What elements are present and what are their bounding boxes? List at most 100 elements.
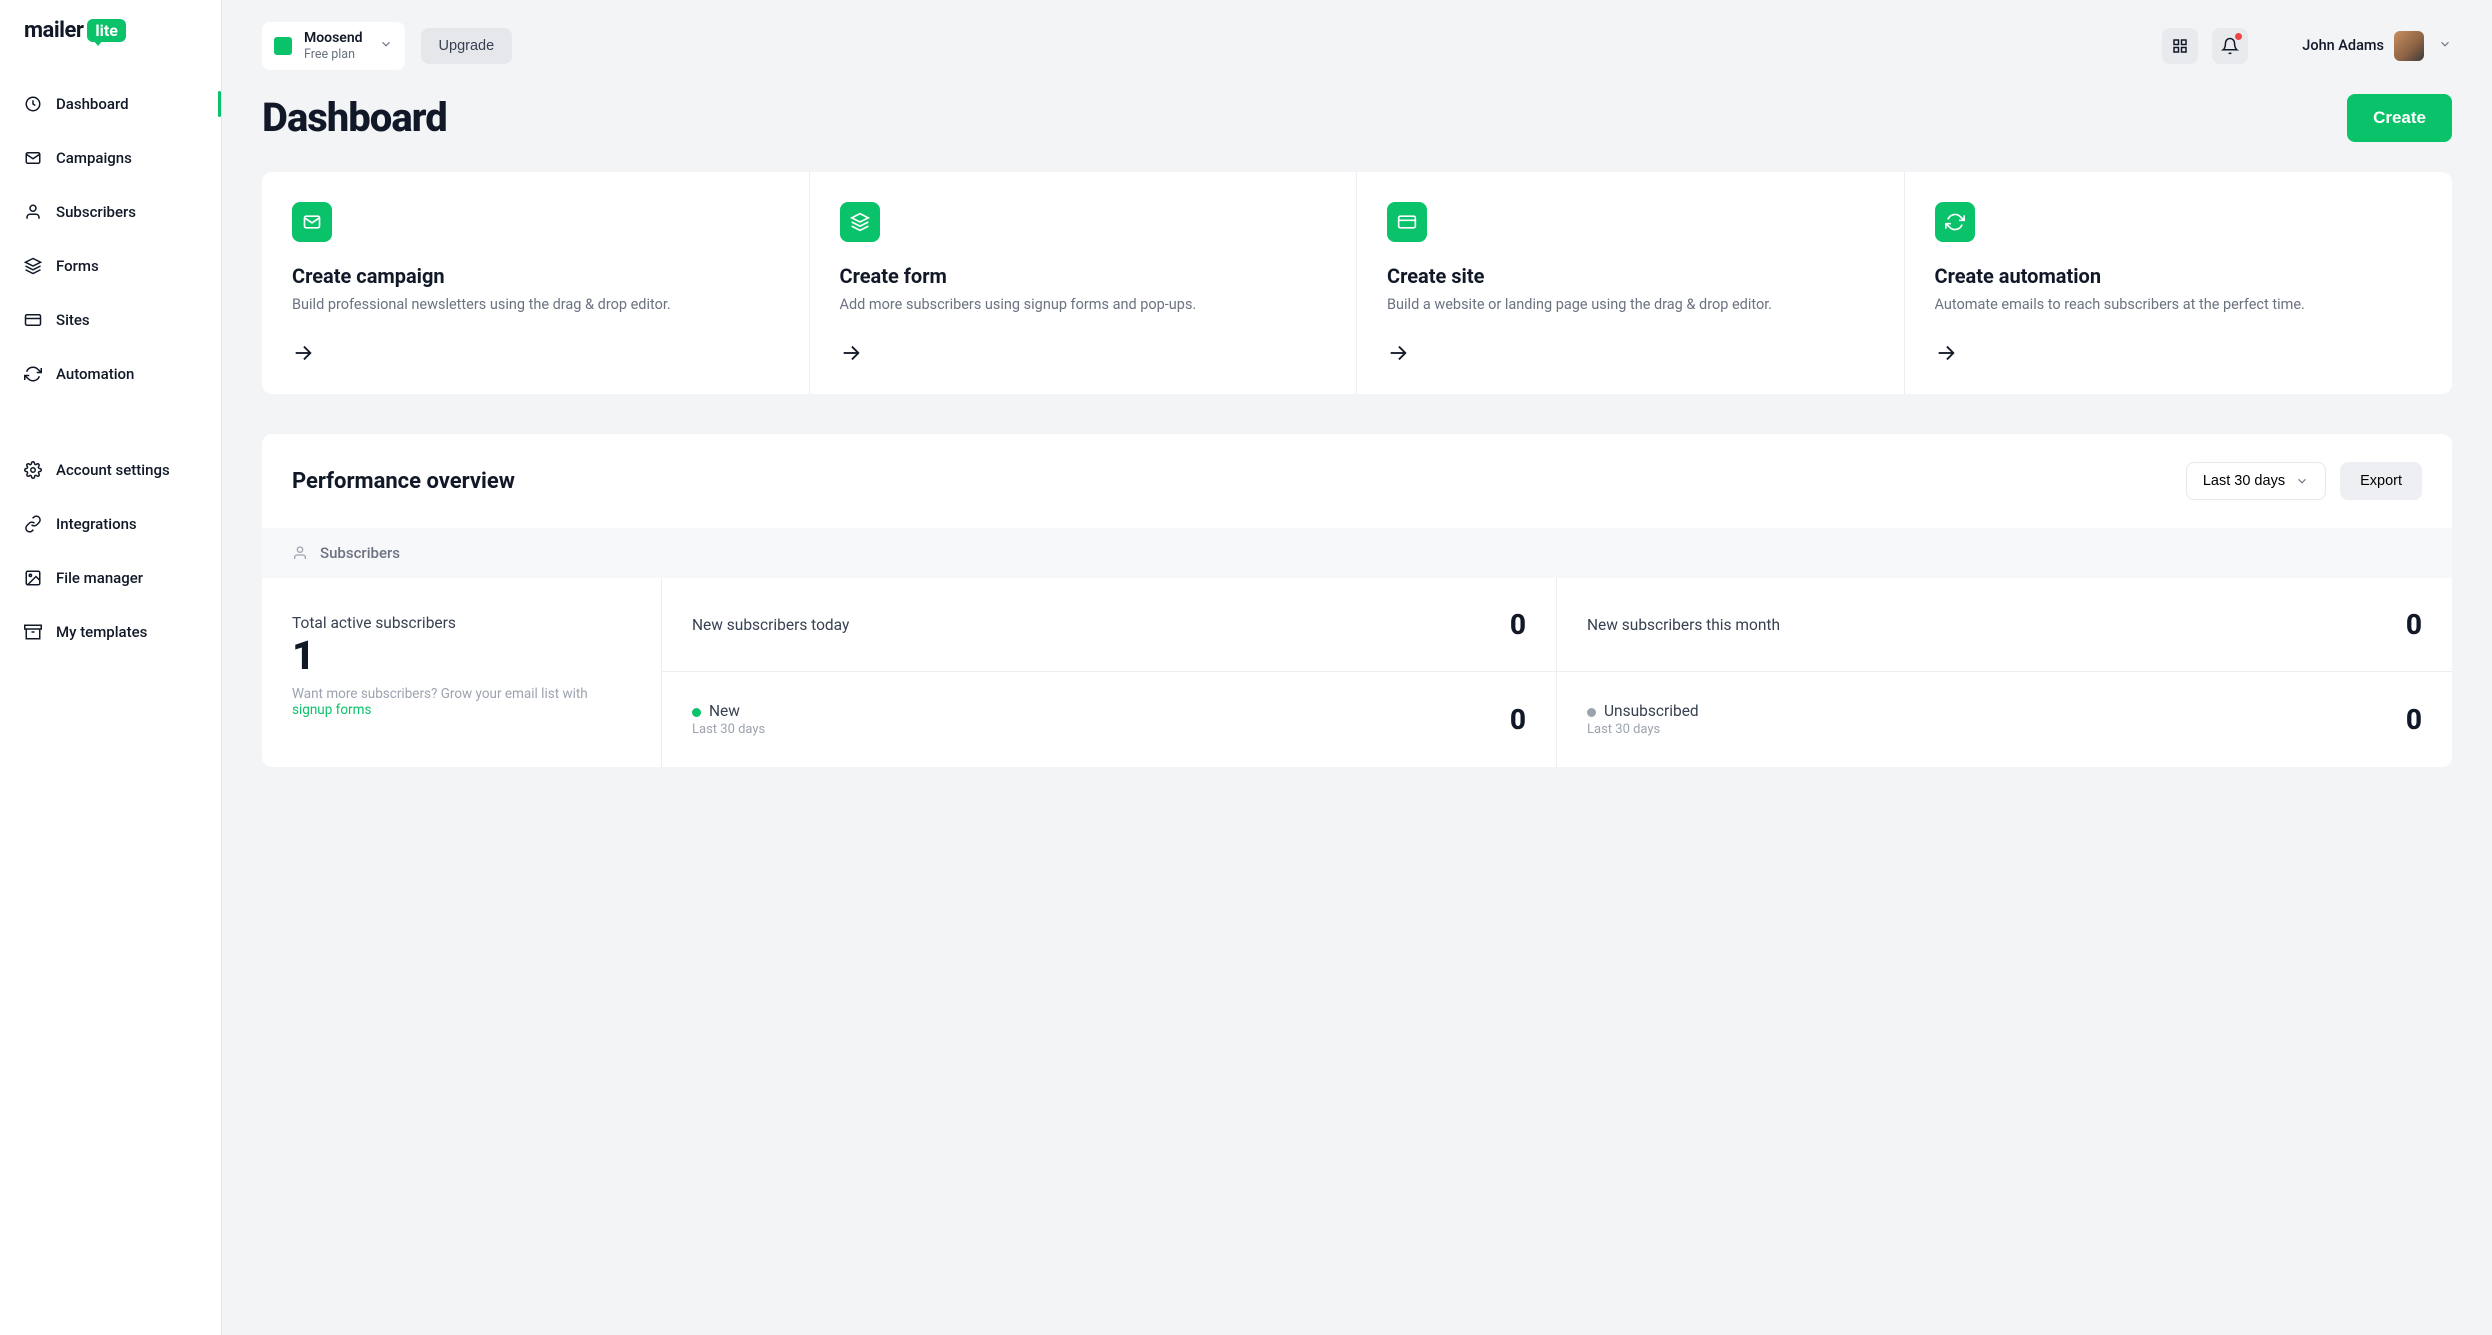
sidebar-item-file-manager[interactable]: File manager: [0, 551, 221, 605]
stat-cell: Unsubscribed Last 30 days 0: [1557, 672, 2452, 767]
stat-cell: New subscribers this month 0: [1557, 578, 2452, 672]
user-name: John Adams: [2302, 37, 2384, 54]
link-icon: [24, 515, 42, 533]
layers-icon: [840, 202, 880, 242]
date-range-label: Last 30 days: [2203, 473, 2285, 489]
brand-badge: lite: [87, 19, 126, 42]
stat-cell: New subscribers today 0: [662, 578, 1557, 672]
sidebar-item-campaigns[interactable]: Campaigns: [0, 131, 221, 185]
status-dot: [692, 708, 701, 717]
avatar: [2394, 31, 2424, 61]
sidebar-item-label: Dashboard: [56, 95, 129, 113]
image-icon: [24, 569, 42, 587]
refresh-icon: [1935, 202, 1975, 242]
card-description: Automate emails to reach subscribers at …: [1935, 294, 2423, 316]
mail-icon: [24, 149, 42, 167]
stats-grid: Total active subscribers 1 Want more sub…: [262, 578, 2452, 767]
brand-logo[interactable]: mailer lite: [0, 18, 221, 71]
page-title: Dashboard: [262, 94, 447, 141]
account-name: Moosend: [304, 30, 363, 47]
main: Moosend Free plan Upgrade John Adams: [222, 0, 2492, 1335]
page-header: Dashboard Create: [222, 70, 2492, 172]
sidebar-item-label: Subscribers: [56, 203, 136, 221]
card-description: Add more subscribers using signup forms …: [840, 294, 1327, 316]
stat-label: New subscribers today: [692, 616, 849, 634]
user-menu[interactable]: John Adams: [2302, 31, 2452, 61]
sidebar-item-integrations[interactable]: Integrations: [0, 497, 221, 551]
chevron-down-icon: [2295, 474, 2309, 488]
stat-sublabel: Last 30 days: [1587, 722, 1699, 737]
mail-icon: [292, 202, 332, 242]
stat-value: 0: [2406, 608, 2422, 641]
sidebar-item-my-templates[interactable]: My templates: [0, 605, 221, 659]
layers-icon: [24, 257, 42, 275]
chevron-down-icon: [379, 37, 393, 55]
card-icon: [24, 311, 42, 329]
status-dot: [1587, 708, 1596, 717]
sidebar-item-label: Automation: [56, 365, 134, 383]
arrow-right-icon: [1935, 342, 2423, 368]
sidebar-item-label: Forms: [56, 257, 99, 275]
stat-value: 0: [1510, 608, 1526, 641]
sidebar-nav: Dashboard Campaigns Subscribers Forms Sites A…: [0, 71, 221, 665]
sidebar-item-dashboard[interactable]: Dashboard: [0, 77, 221, 131]
card-title: Create campaign: [292, 264, 779, 288]
export-button[interactable]: Export: [2340, 462, 2422, 500]
action-card[interactable]: Create campaignBuild professional newsle…: [262, 172, 810, 394]
action-cards: Create campaignBuild professional newsle…: [262, 172, 2452, 394]
create-button[interactable]: Create: [2347, 94, 2452, 142]
sidebar-item-label: File manager: [56, 569, 143, 587]
account-plan: Free plan: [304, 47, 363, 62]
card-icon: [1387, 202, 1427, 242]
sidebar-item-label: Sites: [56, 311, 90, 329]
user-icon: [24, 203, 42, 221]
topbar: Moosend Free plan Upgrade John Adams: [222, 0, 2492, 70]
card-title: Create form: [840, 264, 1327, 288]
card-title: Create automation: [1935, 264, 2423, 288]
date-range-select[interactable]: Last 30 days: [2186, 462, 2326, 500]
total-subscribers-label: Total active subscribers: [292, 614, 631, 632]
grid-icon: [2171, 37, 2189, 55]
action-card[interactable]: Create form Add more subscribers using si…: [810, 172, 1358, 394]
performance-title: Performance overview: [292, 469, 515, 494]
arrow-right-icon: [292, 342, 779, 368]
apps-button[interactable]: [2162, 28, 2198, 64]
action-card[interactable]: Create siteBuild a website or landing pa…: [1357, 172, 1905, 394]
notifications-button[interactable]: [2212, 28, 2248, 64]
stat-value: 0: [2406, 703, 2422, 736]
performance-panel: Performance overview Last 30 days Export…: [262, 434, 2452, 767]
card-title: Create site: [1387, 264, 1874, 288]
sidebar: mailer lite Dashboard Campaigns Subscriber…: [0, 0, 222, 1335]
arrow-right-icon: [1387, 342, 1874, 368]
sidebar-item-account-settings[interactable]: Account settings: [0, 443, 221, 497]
stat-label: New subscribers this month: [1587, 616, 1780, 634]
action-card[interactable]: Create automation Automate emails to reac…: [1905, 172, 2453, 394]
total-subscribers-cell: Total active subscribers 1 Want more sub…: [262, 578, 662, 767]
stat-label: Unsubscribed: [1587, 702, 1699, 720]
signup-forms-link[interactable]: signup forms: [292, 702, 371, 718]
subscribers-section-header: Subscribers: [262, 528, 2452, 578]
brand-name: mailer: [24, 18, 83, 43]
sidebar-item-label: My templates: [56, 623, 147, 641]
clock-icon: [24, 95, 42, 113]
sidebar-item-forms[interactable]: Forms: [0, 239, 221, 293]
chat-icon: [274, 37, 292, 55]
sidebar-item-label: Campaigns: [56, 149, 132, 167]
upgrade-button[interactable]: Upgrade: [421, 28, 513, 64]
sidebar-item-label: Account settings: [56, 461, 170, 479]
arrow-right-icon: [840, 342, 1327, 368]
stat-value: 0: [1510, 703, 1526, 736]
sidebar-item-sites[interactable]: Sites: [0, 293, 221, 347]
sidebar-item-label: Integrations: [56, 515, 137, 533]
account-switcher[interactable]: Moosend Free plan: [262, 22, 405, 70]
sidebar-item-automation[interactable]: Automation: [0, 347, 221, 401]
refresh-icon: [24, 365, 42, 383]
sidebar-item-subscribers[interactable]: Subscribers: [0, 185, 221, 239]
box-icon: [24, 623, 42, 641]
chevron-down-icon: [2438, 37, 2452, 55]
stat-cell: NewLast 30 days0: [662, 672, 1557, 767]
subscribers-hint: Want more subscribers? Grow your email l…: [292, 686, 631, 718]
section-label: Subscribers: [320, 544, 400, 562]
stat-sublabel: Last 30 days: [692, 722, 765, 737]
user-icon: [292, 545, 308, 561]
